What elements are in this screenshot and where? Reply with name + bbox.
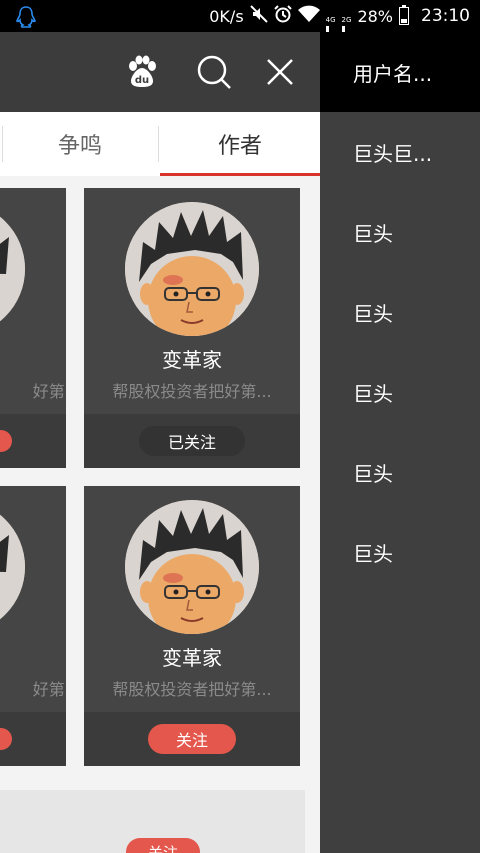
tab-bar: 争鸣 作者 bbox=[0, 112, 320, 176]
wifi-icon bbox=[297, 5, 320, 27]
active-tab-indicator bbox=[160, 173, 320, 176]
tab-debate[interactable]: 争鸣 bbox=[0, 112, 160, 176]
avatar bbox=[125, 500, 259, 634]
alarm-icon bbox=[273, 5, 292, 27]
author-card[interactable]: 变革家 帮股权投资者把好第... 关注 bbox=[84, 486, 300, 766]
author-card-partial[interactable]: 好第... bbox=[0, 188, 66, 468]
qq-notification-icon bbox=[16, 6, 36, 32]
follow-button-partial[interactable] bbox=[0, 430, 12, 452]
card-footer: 已关注 bbox=[84, 414, 300, 468]
drawer-item[interactable]: 巨头 bbox=[353, 538, 393, 567]
partial-list-item[interactable]: 关注 bbox=[0, 790, 305, 853]
battery-icon bbox=[399, 5, 409, 25]
top-toolbar: du bbox=[0, 32, 320, 112]
author-desc: 帮股权投资者把好第... bbox=[112, 680, 272, 699]
side-drawer: 用户名... 巨头巨... 巨头 巨头 巨头 巨头 巨头 bbox=[320, 32, 480, 853]
author-desc: 好第... bbox=[32, 382, 66, 401]
main-content: du 争鸣 作者 好第... 好第... bbox=[0, 32, 320, 853]
drawer-username[interactable]: 用户名... bbox=[353, 58, 432, 87]
baidu-du-label: du bbox=[135, 75, 149, 86]
signal-4g-icon: 4G bbox=[325, 7, 336, 71]
battery-percent: 28% bbox=[357, 6, 393, 26]
author-desc: 帮股权投资者把好第... bbox=[112, 382, 272, 401]
follow-button[interactable]: 关注 bbox=[148, 724, 236, 754]
author-desc: 好第... bbox=[32, 680, 66, 699]
mute-icon bbox=[249, 5, 268, 27]
search-icon[interactable] bbox=[194, 52, 234, 92]
tab-author[interactable]: 作者 bbox=[160, 112, 320, 176]
avatar bbox=[125, 202, 259, 336]
drawer-item[interactable]: 巨头 bbox=[353, 458, 393, 487]
author-name: 变革家 bbox=[162, 646, 222, 670]
follow-button[interactable]: 关注 bbox=[126, 838, 200, 853]
author-name: 变革家 bbox=[162, 348, 222, 372]
drawer-item[interactable]: 巨头巨... bbox=[353, 138, 432, 167]
signal-2g-icon: 2G bbox=[341, 7, 352, 71]
card-footer bbox=[0, 414, 66, 468]
network-2g-label: 2G bbox=[341, 16, 352, 24]
network-4g-label: 4G bbox=[325, 16, 336, 24]
network-speed: 0K/s bbox=[209, 6, 244, 26]
card-footer bbox=[0, 712, 66, 766]
drawer-item[interactable]: 巨头 bbox=[353, 378, 393, 407]
baidu-paw-icon[interactable]: du bbox=[122, 52, 162, 92]
author-card-partial[interactable]: 好第... bbox=[0, 486, 66, 766]
avatar bbox=[0, 202, 25, 336]
avatar bbox=[0, 500, 25, 634]
drawer-item[interactable]: 巨头 bbox=[353, 298, 393, 327]
author-card[interactable]: 变革家 帮股权投资者把好第... 已关注 bbox=[84, 188, 300, 468]
followed-button[interactable]: 已关注 bbox=[139, 426, 245, 456]
follow-button-partial[interactable] bbox=[0, 728, 12, 750]
drawer-item[interactable]: 巨头 bbox=[353, 218, 393, 247]
close-icon[interactable] bbox=[260, 52, 300, 92]
status-bar: 0K/s 4G 2G 28% 23:10 bbox=[0, 0, 480, 71]
card-footer: 关注 bbox=[84, 712, 300, 766]
clock: 23:10 bbox=[421, 6, 470, 26]
drawer-header: 用户名... bbox=[320, 32, 480, 112]
tab-divider bbox=[158, 126, 159, 162]
